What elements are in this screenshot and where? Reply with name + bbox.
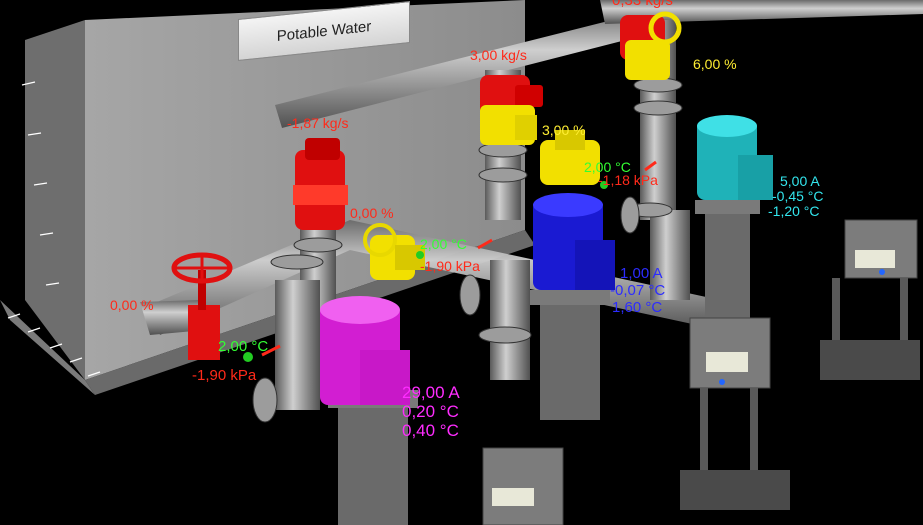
valve-top-right-pct-label: 6,00 % <box>693 56 737 72</box>
temp-center-label: 2,00 °C <box>420 236 467 252</box>
valve-left-pct-label: 0,00 % <box>350 205 394 221</box>
pump-2-temp1: -0,07 °C <box>610 282 666 299</box>
control-valve-mid[interactable] <box>480 105 537 145</box>
potable-water-tank <box>0 0 535 395</box>
pressure-left-label: -1,90 kPa <box>192 367 257 384</box>
gate-valve-pct-label: 0,00 % <box>110 297 154 313</box>
control-panel-front[interactable] <box>482 447 564 525</box>
flow-top-label: 0,33 kg/s <box>612 0 673 9</box>
pressure-center-label: -1,90 kPa <box>420 258 480 274</box>
control-valve-mid-lower[interactable] <box>540 130 600 185</box>
pump-3-temp1: -0,45 °C <box>772 188 824 204</box>
pump-3-temp2: -1,20 °C <box>768 203 820 219</box>
pressure-mid-label: -1,18 kPa <box>598 172 658 188</box>
pump-3[interactable] <box>695 115 773 330</box>
valve-mid-pct-label: 3,00 % <box>542 122 586 138</box>
pump-1-temp2: 0,40 °C <box>402 421 459 440</box>
pump-2-current: 1,00 A <box>620 265 663 282</box>
temp-left-label: 2,00 °C <box>218 338 269 355</box>
flow-valve-left[interactable] <box>293 138 348 230</box>
pump-2-temp2: 1,60 °C <box>612 299 663 316</box>
pump-3-current: 5,00 A <box>780 173 820 189</box>
flow-left-label: -1,87 kg/s <box>287 115 349 131</box>
pump-1-temp1: 0,20 °C <box>402 402 459 421</box>
control-panel-right[interactable] <box>820 219 920 380</box>
control-panel-center[interactable] <box>680 317 790 510</box>
flow-mid-label: 3,00 kg/s <box>470 47 527 63</box>
pump-2[interactable] <box>530 193 615 420</box>
pump-1-current: 29,00 A <box>402 383 460 402</box>
